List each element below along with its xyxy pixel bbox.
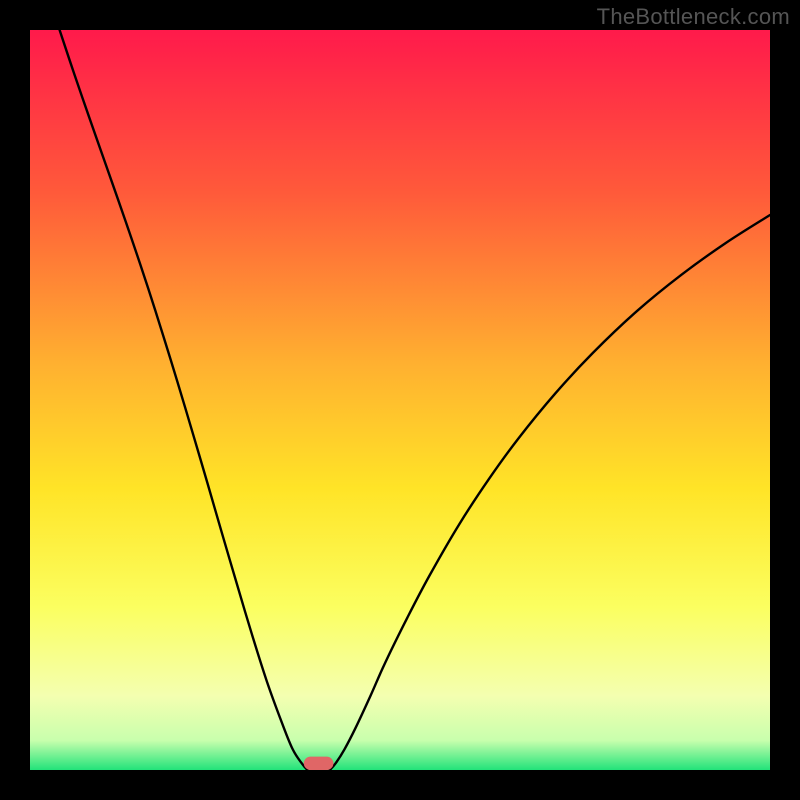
plot-area <box>30 30 770 770</box>
watermark-text: TheBottleneck.com <box>597 4 790 30</box>
chart-svg <box>30 30 770 770</box>
bottleneck-marker <box>304 757 334 770</box>
gradient-background <box>30 30 770 770</box>
chart-frame: TheBottleneck.com <box>0 0 800 800</box>
